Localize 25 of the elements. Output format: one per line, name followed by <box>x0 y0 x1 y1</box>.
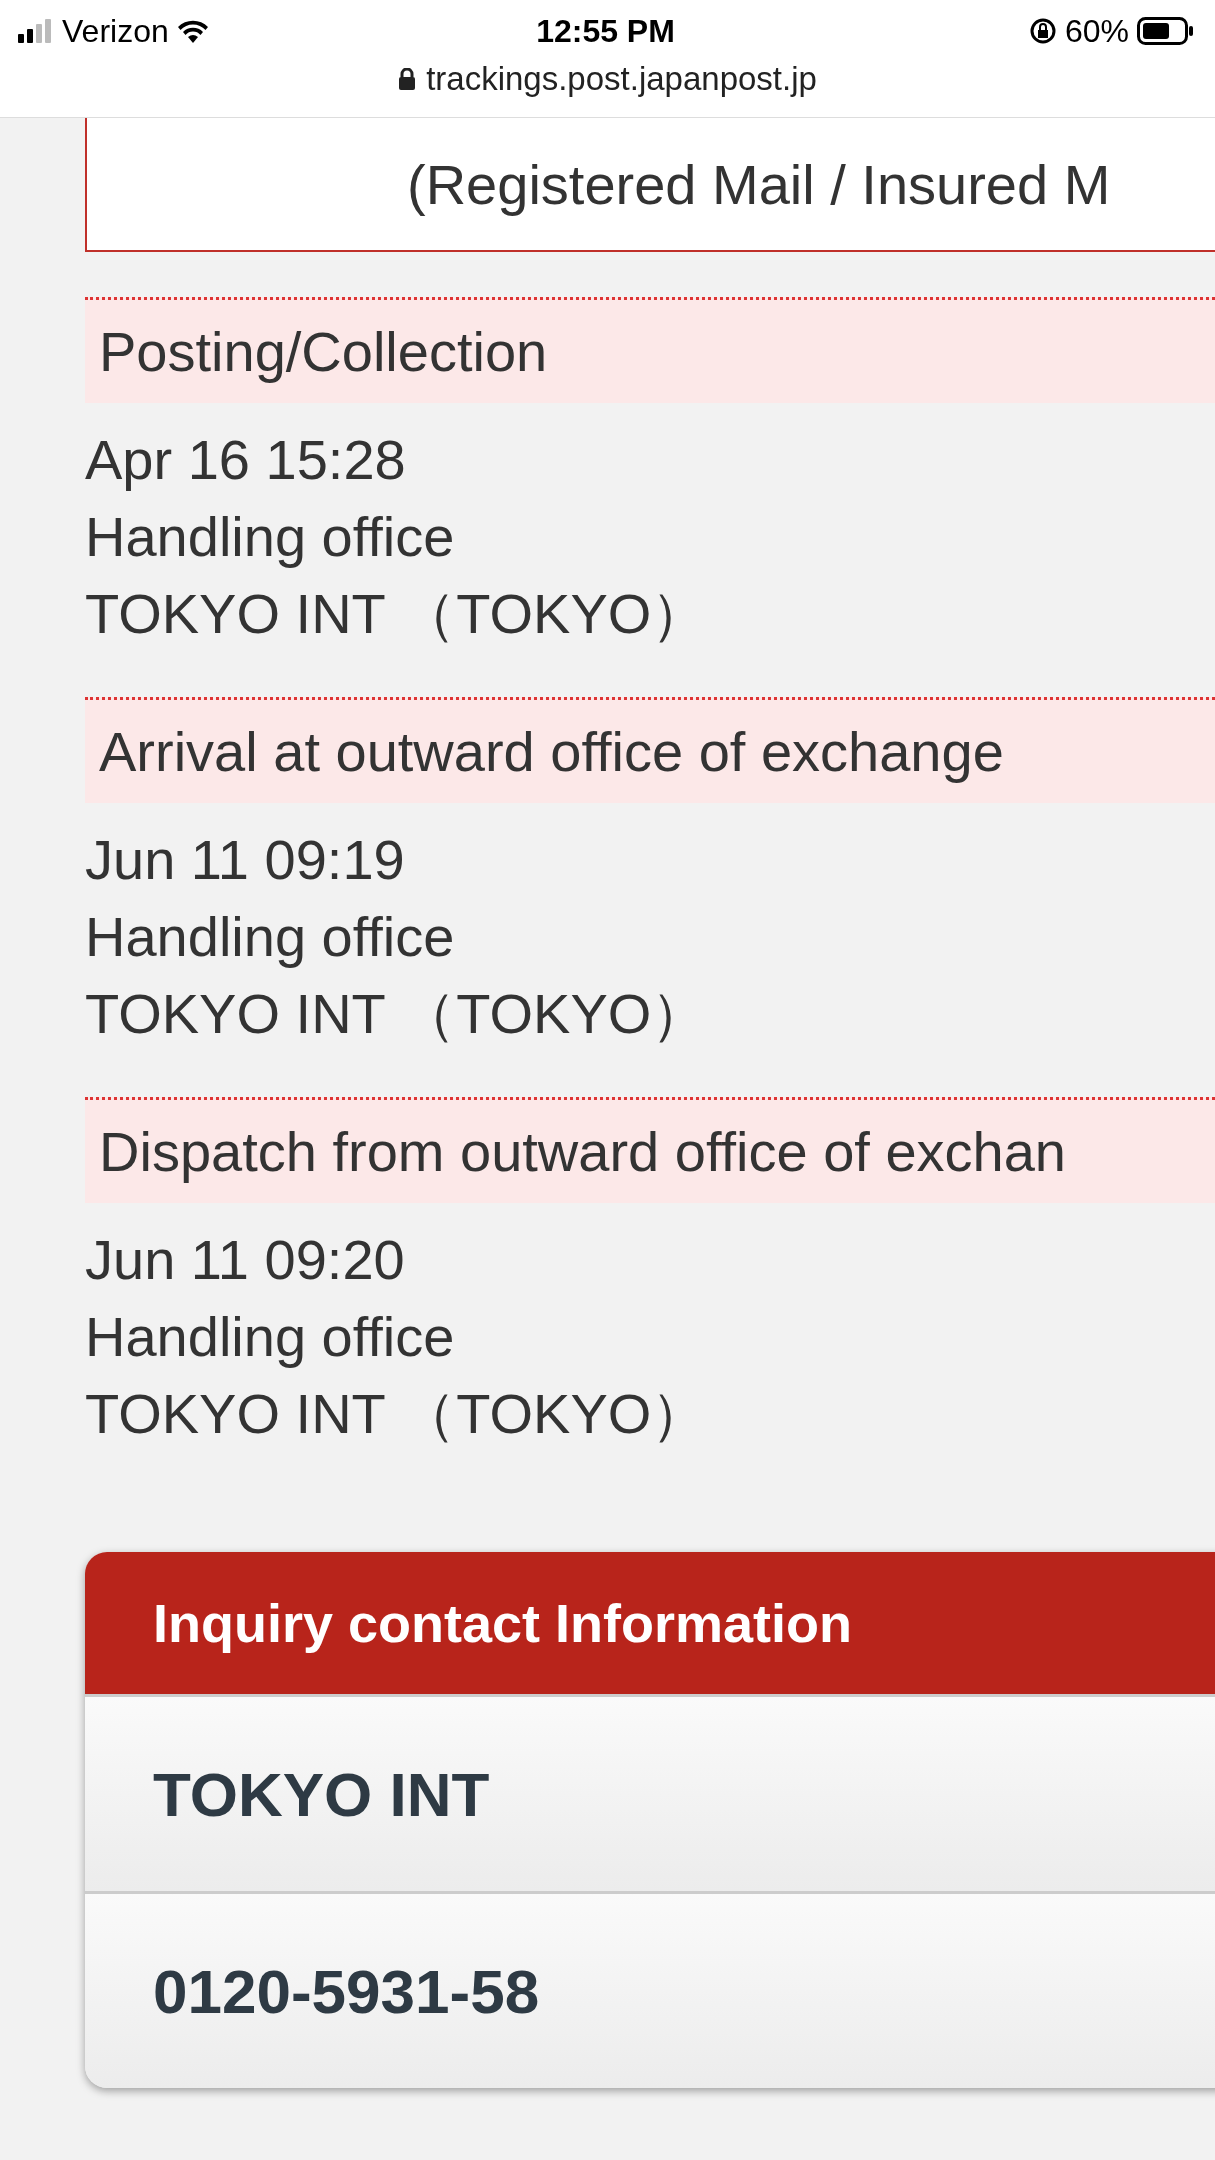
carrier-name: Verizon <box>62 12 169 50</box>
rotation-lock-icon <box>1028 17 1057 45</box>
battery-percent: 60% <box>1064 12 1129 50</box>
url-text[interactable]: trackings.post.japanpost.jp <box>426 60 817 98</box>
office-name: TOKYO INT （TOKYO） <box>85 981 708 1047</box>
signal-icon <box>18 19 54 43</box>
mail-type-box: (Registered Mail / Insured M <box>85 118 1215 252</box>
status-heading: Arrival at outward office of exchange <box>85 697 1215 803</box>
battery-icon <box>1137 17 1193 45</box>
lock-icon <box>398 68 417 90</box>
status-heading: Posting/Collection <box>85 297 1215 403</box>
contact-title: Inquiry contact Information <box>85 1552 1215 1694</box>
office-name: TOKYO INT （TOKYO） <box>85 1381 708 1447</box>
event-date: Apr 16 15:28 <box>85 427 406 493</box>
event-date: Jun 11 09:19 <box>85 827 405 893</box>
office-label: Handling office <box>85 904 455 970</box>
clock-time: 12:55 PM <box>536 12 675 50</box>
office-label: Handling office <box>85 504 455 570</box>
contact-row: TOKYO INT <box>153 1758 490 1830</box>
office-label: Handling office <box>85 1304 455 1370</box>
status-heading: Dispatch from outward office of exchan <box>85 1097 1215 1203</box>
wifi-icon <box>176 19 209 43</box>
contact-row: 0120-5931-58 <box>153 1955 540 2027</box>
event-date: Jun 11 09:20 <box>85 1227 405 1293</box>
office-name: TOKYO INT （TOKYO） <box>85 581 708 647</box>
